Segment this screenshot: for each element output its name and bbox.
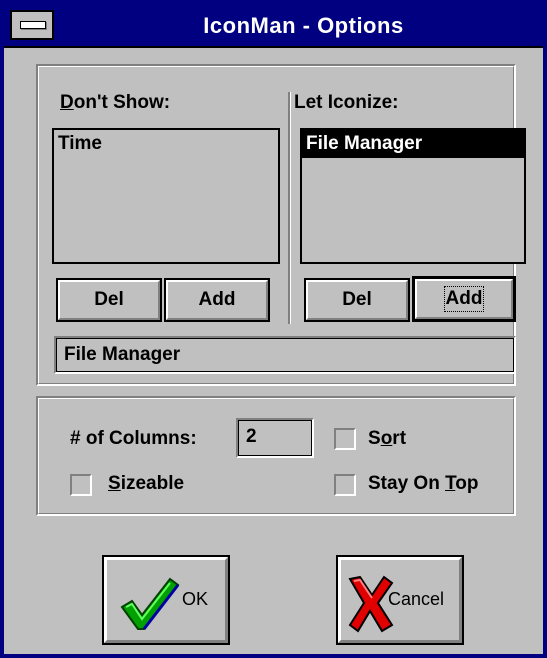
system-menu-icon — [20, 21, 46, 29]
entry-field[interactable]: File Manager — [54, 336, 516, 374]
dont-show-add-button[interactable]: Add — [164, 278, 270, 322]
sort-label[interactable]: Sort — [368, 428, 406, 450]
sizeable-label[interactable]: Sizeable — [108, 473, 184, 495]
red-x-icon — [348, 575, 394, 633]
columns-field[interactable]: 2 — [236, 418, 314, 458]
ok-label: OK — [182, 589, 209, 609]
window-title: IconMan - Options — [203, 13, 404, 38]
columns-label: # of Columns: — [70, 428, 197, 449]
dont-show-label: Don't Show: — [60, 92, 171, 113]
let-iconize-add-button[interactable]: Add — [412, 276, 516, 322]
system-menu-button[interactable] — [10, 10, 54, 40]
list-item[interactable]: Time — [54, 130, 278, 158]
title-bar: IconMan - Options — [4, 4, 543, 48]
dont-show-del-button[interactable]: Del — [56, 278, 162, 322]
divider — [288, 92, 291, 324]
sort-checkbox[interactable] — [334, 428, 356, 450]
let-iconize-list[interactable]: File Manager — [300, 128, 526, 264]
list-item-selected[interactable]: File Manager — [302, 130, 524, 158]
cancel-label: Cancel — [388, 589, 445, 609]
options-group: # of Columns: 2 Sort Sizeable Stay On To… — [36, 396, 516, 516]
green-checkmark-icon — [120, 577, 180, 630]
stay-on-top-label[interactable]: Stay On Top — [368, 473, 479, 495]
let-iconize-label: Let Iconize: — [294, 92, 399, 113]
lists-group: Don't Show: Time Del Add Let Iconize: Fi… — [36, 64, 526, 386]
let-iconize-del-button[interactable]: Del — [304, 278, 410, 322]
ok-button[interactable]: OK — [102, 555, 230, 645]
dont-show-list[interactable]: Time — [52, 128, 280, 264]
options-dialog: IconMan - Options Don't Show: Time Del A… — [0, 0, 547, 658]
stay-on-top-checkbox[interactable] — [334, 474, 356, 496]
sizeable-checkbox[interactable] — [70, 474, 92, 496]
cancel-button[interactable]: Cancel — [336, 555, 464, 645]
